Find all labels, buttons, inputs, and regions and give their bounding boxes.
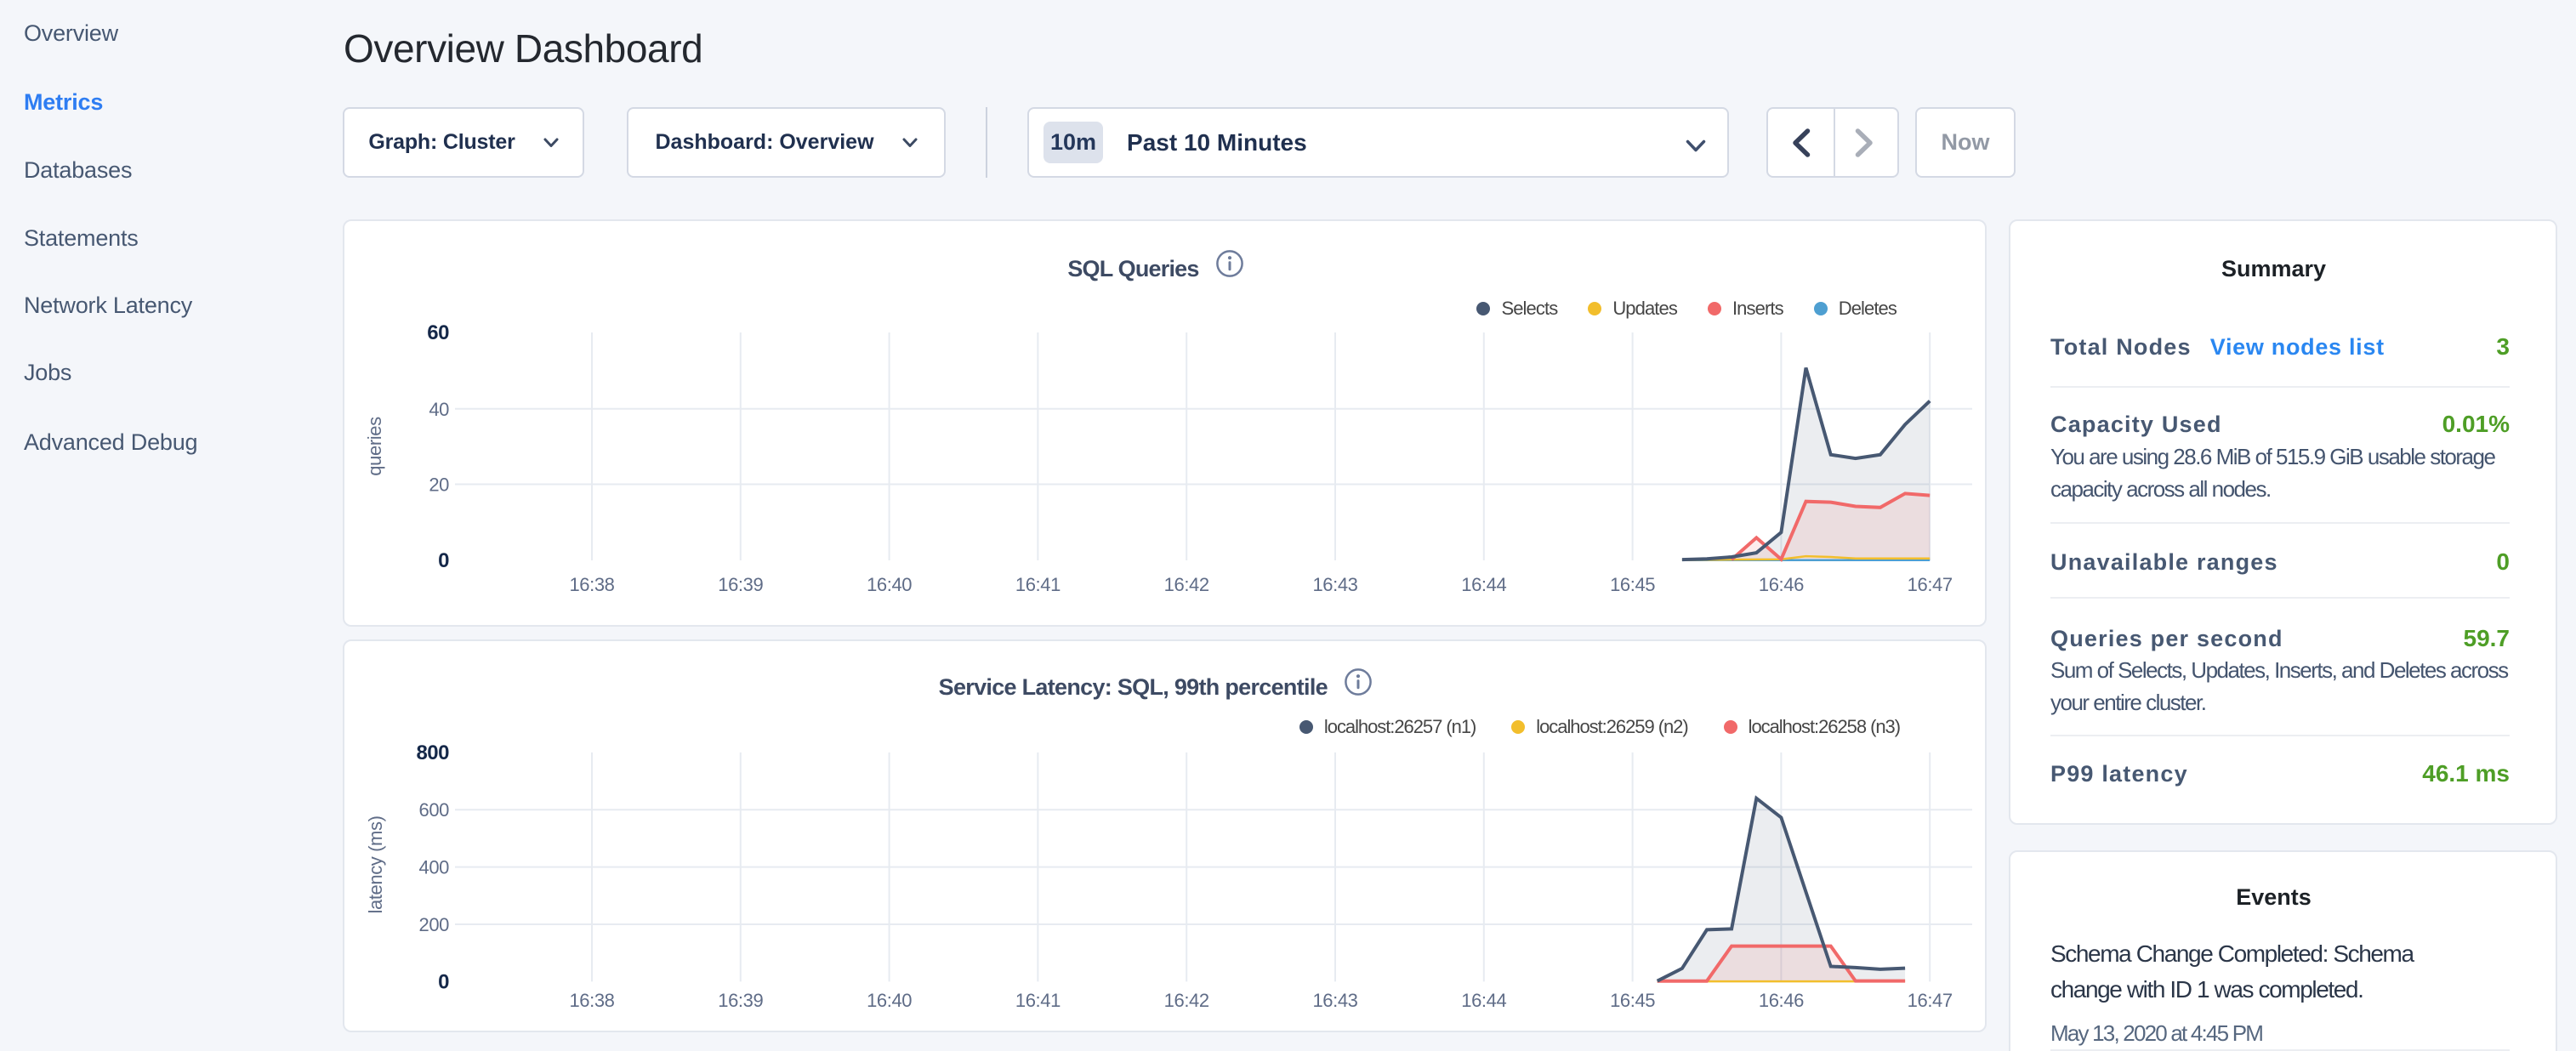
svg-text:16:47: 16:47 (1908, 990, 1953, 1011)
svg-text:400: 400 (418, 857, 449, 878)
svg-text:60: 60 (427, 321, 449, 344)
svg-text:latency (ms): latency (ms) (365, 816, 386, 914)
svg-text:16:40: 16:40 (867, 990, 912, 1011)
svg-text:16:44: 16:44 (1461, 990, 1506, 1011)
svg-text:0: 0 (438, 970, 449, 993)
svg-text:16:42: 16:42 (1164, 990, 1209, 1011)
svg-text:0: 0 (438, 549, 449, 572)
svg-text:800: 800 (416, 741, 449, 764)
svg-text:16:46: 16:46 (1759, 990, 1804, 1011)
svg-text:16:43: 16:43 (1312, 574, 1357, 595)
svg-text:16:39: 16:39 (718, 990, 763, 1011)
svg-text:16:41: 16:41 (1015, 990, 1061, 1011)
svg-text:16:40: 16:40 (867, 574, 912, 595)
svg-text:16:44: 16:44 (1461, 574, 1506, 595)
svg-text:queries: queries (364, 417, 385, 476)
svg-text:40: 40 (429, 399, 449, 420)
svg-text:16:42: 16:42 (1164, 574, 1209, 595)
svg-text:16:38: 16:38 (569, 574, 614, 595)
svg-text:600: 600 (418, 799, 449, 821)
svg-text:200: 200 (418, 914, 449, 935)
svg-text:16:39: 16:39 (718, 574, 763, 595)
svg-text:16:47: 16:47 (1908, 574, 1953, 595)
svg-text:16:45: 16:45 (1610, 574, 1655, 595)
svg-text:16:45: 16:45 (1610, 990, 1655, 1011)
svg-text:16:43: 16:43 (1312, 990, 1357, 1011)
svg-text:16:41: 16:41 (1015, 574, 1061, 595)
svg-text:20: 20 (429, 474, 449, 496)
svg-text:16:38: 16:38 (569, 990, 614, 1011)
svg-text:16:46: 16:46 (1759, 574, 1804, 595)
